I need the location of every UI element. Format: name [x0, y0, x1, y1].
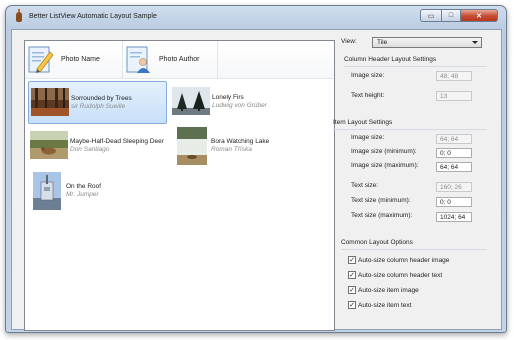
header-image-size-field[interactable]: 48; 48: [436, 71, 472, 81]
item-layout-group-title: Item Layout Settings: [333, 119, 393, 126]
column-header-label: Photo Author: [159, 56, 200, 63]
list-item[interactable]: Sorrounded by Trees sir Rudolph Sueille: [28, 81, 167, 124]
item-text-min-label: Text size (minimum):: [351, 197, 411, 204]
header-text-height-label: Text height:: [351, 92, 385, 99]
column-divider[interactable]: [217, 41, 218, 78]
item-author: Don Santiago: [70, 146, 110, 153]
list-item[interactable]: On the Roof Mr. Jumper: [28, 169, 168, 213]
checkbox-autosize-header-text[interactable]: ✓: [348, 271, 356, 279]
checkbox-autosize-item-text[interactable]: ✓: [348, 301, 356, 309]
app-window: Better ListView Automatic Layout Sample …: [5, 5, 507, 333]
item-image-min-label: Image size (minimum):: [351, 148, 417, 155]
item-image-max-label: Image size (maximum):: [351, 162, 419, 169]
list-item[interactable]: Bora Watching Lake Roman Tříska: [175, 125, 315, 166]
item-name: Maybe-Half-Dead Sleeping Deer: [70, 138, 164, 145]
window-title: Better ListView Automatic Layout Sample: [29, 13, 157, 20]
pencil-document-icon: [28, 46, 54, 73]
column-header-row: Photo Name Photo Author: [25, 41, 334, 79]
column-header-photo-name[interactable]: Photo Name: [25, 41, 122, 78]
roof-photo-thumbnail: [33, 172, 61, 210]
client-area: Photo Name Photo Author Sorrounded by Tr…: [11, 29, 502, 331]
item-text-size-field[interactable]: 160; 26: [436, 182, 472, 192]
item-author: Mr. Jumper: [66, 191, 99, 198]
item-text-min-field[interactable]: 0; 0: [436, 197, 472, 207]
minimize-button[interactable]: ▭: [420, 9, 441, 22]
view-select-value: Tile: [377, 39, 388, 46]
firs-photo-thumbnail: [172, 87, 210, 115]
group-divider: [341, 249, 487, 250]
app-icon: [16, 9, 22, 22]
item-image-min-field[interactable]: 0; 0: [436, 148, 472, 158]
window-controls: ▭ □ ✕: [420, 9, 498, 23]
title-bar[interactable]: Better ListView Automatic Layout Sample …: [6, 6, 506, 28]
item-name: On the Roof: [66, 183, 102, 190]
checkbox-autosize-item-image[interactable]: ✓: [348, 286, 356, 294]
group-divider: [344, 66, 487, 67]
item-image-size-field[interactable]: 64; 64: [436, 134, 472, 144]
group-divider: [333, 129, 487, 130]
list-item[interactable]: Lonely Firs Ludwig von Grüber: [170, 81, 310, 122]
checkbox-label: Auto-size column header image: [358, 257, 450, 264]
item-image-max-field[interactable]: 64; 64: [436, 162, 472, 172]
column-header-group-title: Column Header Layout Settings: [344, 56, 437, 63]
better-listview[interactable]: Photo Name Photo Author Sorrounded by Tr…: [24, 40, 335, 331]
item-name: Bora Watching Lake: [211, 138, 270, 145]
item-text-size-label: Text size:: [351, 182, 379, 189]
item-name: Lonely Firs: [212, 94, 244, 101]
checkbox-autosize-header-image[interactable]: ✓: [348, 256, 356, 264]
item-author: Roman Tříska: [211, 146, 252, 153]
close-button[interactable]: ✕: [460, 9, 498, 22]
chevron-down-icon: [472, 41, 478, 44]
checkbox-label: Auto-size item text: [358, 302, 412, 309]
list-item[interactable]: Maybe-Half-Dead Sleeping Deer Don Santia…: [28, 125, 168, 166]
item-author: Ludwig von Grüber: [212, 102, 267, 109]
item-image-size-label: Image size:: [351, 134, 385, 141]
column-header-photo-author[interactable]: Photo Author: [123, 41, 217, 78]
deer-photo-thumbnail: [30, 131, 68, 159]
checkbox-label: Auto-size item image: [358, 287, 419, 294]
checkbox-label: Auto-size column header text: [358, 272, 443, 279]
header-image-size-label: Image size:: [351, 72, 385, 79]
view-select[interactable]: Tile: [372, 37, 482, 48]
item-author: sir Rudolph Sueille: [71, 103, 126, 110]
maximize-button[interactable]: □: [441, 9, 460, 22]
column-header-label: Photo Name: [61, 56, 100, 63]
item-text-max-field[interactable]: 1024; 64: [436, 212, 472, 222]
common-options-group-title: Common Layout Options: [341, 239, 413, 246]
view-label: View:: [341, 38, 357, 45]
lake-photo-thumbnail: [177, 127, 207, 165]
header-text-height-field[interactable]: 13: [436, 91, 472, 101]
forest-photo-thumbnail: [31, 88, 69, 116]
item-text-max-label: Text size (maximum):: [351, 212, 413, 219]
user-document-icon: [126, 46, 150, 73]
item-name: Sorrounded by Trees: [71, 95, 132, 102]
